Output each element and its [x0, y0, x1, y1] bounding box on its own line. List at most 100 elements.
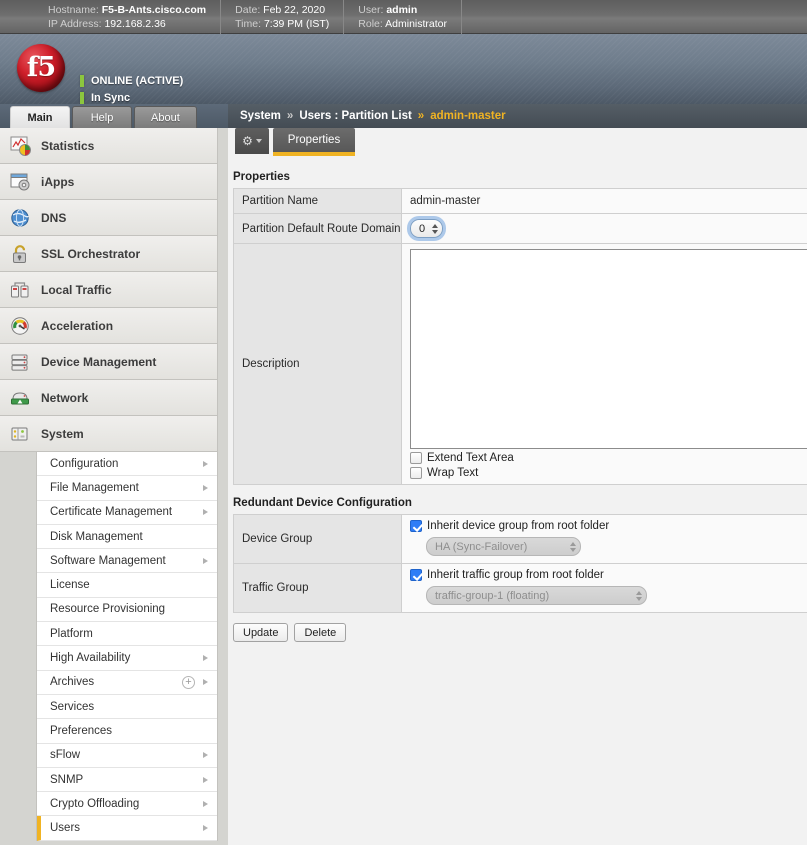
traffic-group-select[interactable]: traffic-group-1 (floating) — [426, 586, 647, 605]
sidebar-item-label: Device Management — [41, 354, 157, 369]
route-domain-select[interactable]: 0 — [410, 219, 444, 238]
submenu-item-resource-provisioning[interactable]: Resource Provisioning — [37, 597, 217, 623]
submenu-item-configuration[interactable]: Configuration — [37, 452, 217, 477]
table-row: Partition Name admin-master — [233, 188, 807, 214]
sidebar-item-dns[interactable]: DNS — [0, 200, 218, 236]
submenu-item-license[interactable]: License — [37, 573, 217, 598]
update-button[interactable]: Update — [233, 623, 289, 642]
user-key: User: — [358, 3, 384, 16]
partition-name-value: admin-master — [401, 188, 807, 214]
submenu-item-software-management[interactable]: Software Management — [37, 549, 217, 574]
gear-icon[interactable]: ⚙ — [235, 128, 269, 154]
submenu-item-snmp[interactable]: SNMP — [37, 767, 217, 793]
tab-about[interactable]: About — [134, 106, 197, 128]
sidebar-item-statistics[interactable]: Statistics — [0, 128, 218, 164]
description-cell: Extend Text Area Wrap Text — [401, 243, 807, 485]
delete-button[interactable]: Delete — [294, 623, 347, 642]
acceleration-gauge-icon — [10, 316, 32, 336]
tab-properties[interactable]: Properties — [273, 128, 355, 156]
network-device-icon — [10, 388, 32, 408]
ssl-padlock-icon — [10, 244, 32, 264]
traffic-group-inherit-row[interactable]: Inherit traffic group from root folder — [410, 569, 807, 581]
device-group-inherit-row[interactable]: Inherit device group from root folder — [410, 520, 807, 532]
sidebar-item-label: Statistics — [41, 138, 95, 153]
system-info-bar: Hostname: F5-B-Ants.cisco.com IP Address… — [0, 0, 807, 34]
chevron-right-icon — [203, 460, 208, 467]
chevron-right-icon — [203, 655, 208, 662]
dns-globe-icon — [10, 208, 32, 228]
role-key: Role: — [358, 17, 383, 30]
sidebar-item-acceleration[interactable]: Acceleration — [0, 308, 218, 344]
submenu-item-label: File Management — [50, 481, 139, 494]
sidebar-item-iapps[interactable]: iApps — [0, 164, 218, 200]
submenu-item-label: Archives — [50, 676, 95, 689]
extend-text-area-checkbox[interactable] — [410, 452, 422, 464]
properties-section-title: Properties — [233, 171, 290, 183]
device-group-label: Device Group — [233, 514, 402, 564]
f5-ball-logo-icon[interactable]: f5 — [17, 44, 65, 92]
submenu-item-label: Crypto Offloading — [50, 797, 140, 810]
sidebar-item-label: DNS — [41, 210, 67, 225]
time-value: 7:39 PM (IST) — [263, 17, 330, 30]
hostname-value: F5-B-Ants.cisco.com — [101, 3, 207, 16]
sidebar-item-device-management[interactable]: Device Management — [0, 344, 218, 380]
breadcrumb-separator-icon: » — [417, 110, 425, 122]
main-content: Properties Partition Name admin-master P… — [228, 159, 807, 845]
stepper-arrows-icon — [636, 590, 642, 601]
sidebar-item-label: System — [41, 426, 84, 441]
submenu-item-crypto-offloading[interactable]: Crypto Offloading — [37, 792, 217, 817]
hostname-key: Hostname: — [48, 3, 99, 16]
ip-address-line: IP Address: 192.168.2.36 — [48, 17, 206, 31]
chevron-down-icon — [255, 139, 262, 143]
role-line: Role: Administrator — [358, 17, 447, 31]
gear-glyph-icon: ⚙ — [242, 134, 253, 148]
submenu-item-label: Platform — [50, 627, 93, 640]
user-line: User: admin — [358, 3, 447, 17]
submenu-item-services[interactable]: Services — [37, 694, 217, 720]
submenu-item-sflow[interactable]: sFlow — [37, 743, 217, 768]
route-domain-selected-value: 0 — [419, 222, 426, 235]
chevron-right-icon — [203, 557, 208, 564]
form-actions: Update Delete — [233, 623, 807, 642]
date-line: Date: Feb 22, 2020 — [235, 3, 329, 17]
tab-help[interactable]: Help — [72, 106, 132, 128]
submenu-item-archives[interactable]: Archives + — [37, 670, 217, 695]
status-sync-label: In Sync — [91, 92, 131, 104]
wrap-text-checkbox[interactable] — [410, 467, 422, 479]
sidebar-item-system[interactable]: System — [0, 416, 218, 452]
status-online-label: ONLINE (ACTIVE) — [91, 75, 184, 87]
submenu-item-label: Services — [50, 700, 95, 713]
traffic-group-inherit-checkbox[interactable] — [410, 569, 422, 581]
submenu-item-preferences[interactable]: Preferences — [37, 719, 217, 744]
ip-address-key: IP Address: — [48, 17, 102, 30]
hostname-line: Hostname: F5-B-Ants.cisco.com — [48, 3, 206, 17]
sidebar-item-label: SSL Orchestrator — [41, 246, 141, 261]
sidebar-item-local-traffic[interactable]: Local Traffic — [0, 272, 218, 308]
submenu-item-disk-management[interactable]: Disk Management — [37, 524, 217, 550]
submenu-item-certificate-management[interactable]: Certificate Management — [37, 500, 217, 525]
submenu-item-users[interactable]: Users — [37, 816, 217, 841]
device-management-stack-icon — [10, 352, 32, 372]
submenu-item-platform[interactable]: Platform — [37, 622, 217, 647]
device-group-select[interactable]: HA (Sync-Failover) — [426, 537, 581, 556]
traffic-group-cell: Inherit traffic group from root folder t… — [401, 563, 807, 613]
submenu-item-file-management[interactable]: File Management — [37, 476, 217, 501]
device-group-inherit-checkbox[interactable] — [410, 520, 422, 532]
wrap-text-row[interactable]: Wrap Text — [410, 467, 807, 479]
tab-main[interactable]: Main — [10, 106, 70, 128]
breadcrumb-item-partition-list[interactable]: Users : Partition List — [299, 110, 411, 122]
submenu-item-high-availability[interactable]: High Availability — [37, 646, 217, 671]
extend-text-area-row[interactable]: Extend Text Area — [410, 452, 807, 464]
sidebar-item-network[interactable]: Network — [0, 380, 218, 416]
sidebar-item-label: Network — [41, 390, 89, 405]
add-circle-icon[interactable]: + — [182, 675, 195, 689]
breadcrumb-item-system[interactable]: System — [240, 110, 281, 122]
system-submenu: Configuration File Management Certificat… — [36, 452, 218, 841]
description-textarea[interactable] — [410, 249, 807, 449]
properties-table: Partition Name admin-master Partition De… — [233, 188, 807, 485]
sidebar-item-ssl-orchestrator[interactable]: SSL Orchestrator — [0, 236, 218, 272]
breadcrumb-item-current: admin-master — [430, 110, 506, 122]
device-group-selected-value: HA (Sync-Failover) — [435, 540, 528, 553]
local-traffic-servers-icon — [10, 280, 32, 300]
iapps-window-gear-icon — [10, 172, 32, 192]
